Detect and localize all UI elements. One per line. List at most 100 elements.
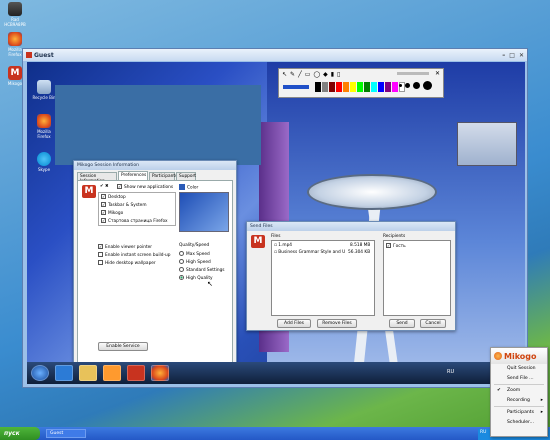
check-all-icon[interactable]: ✔ ✖ [100,184,109,189]
eraser-icon[interactable]: ▯ [337,71,340,78]
fill-icon[interactable]: ◆ [323,71,328,78]
color-swatch[interactable] [385,82,391,92]
blank-region [55,85,261,165]
app-item[interactable]: ✓ Стартова страница Firefox [101,218,168,224]
line-icon[interactable]: ╱ [298,71,302,78]
firefox-task-icon[interactable] [151,365,169,381]
enable-service-button[interactable]: Enable Service [98,342,148,351]
mikogo-logo: M [82,185,96,198]
file-row[interactable]: ▫ 1.mp4 [274,243,292,248]
stroke-sizes[interactable] [399,81,432,90]
send-button[interactable]: Send [389,319,415,328]
remote-icon-skype[interactable]: Skype [31,152,57,172]
color-swatch[interactable] [378,82,384,92]
mikogo-context-menu[interactable]: Mikogo Quit Session Send File ... ✔ Zoom … [490,347,548,437]
recipients-list[interactable]: ✓ Гость [383,240,451,316]
media-player-icon[interactable] [103,365,121,381]
color-swatch[interactable] [357,82,363,92]
mikogo-task-icon[interactable] [127,365,145,381]
remove-files-button[interactable]: Remove Files [317,319,357,328]
rectangle-icon[interactable]: ▭ [305,71,311,78]
pointer-icon[interactable]: ↖ [282,71,287,78]
app-item[interactable]: ✓ Taskbar & System [101,202,147,208]
app-list[interactable]: ✓ Desktop ✓ Taskbar & System ✓ Mikogo ✓ Стар… [98,192,176,226]
color-swatch[interactable] [371,82,377,92]
color-swatch[interactable] [350,82,356,92]
color-swatch[interactable] [343,82,349,92]
color-swatch[interactable] [392,82,398,92]
menu-recording[interactable]: Recording ▸ [491,396,547,406]
start-button[interactable]: пуск [0,427,40,440]
app-item[interactable]: ✓ Desktop [101,194,126,200]
menu-zoom[interactable]: ✔ Zoom [491,386,547,396]
tab-preferences[interactable]: Preferences [118,171,148,180]
instant-build-checkbox[interactable]: Enable instant screen build-up [98,252,170,258]
remote-lang-indicator[interactable]: RU [447,369,454,375]
file-icon: ▫ [274,250,277,255]
taskbar-item-guest[interactable]: Guest [46,429,86,438]
menu-scheduler[interactable]: Scheduler... [491,418,547,428]
menu-quit-session[interactable]: Quit Session [491,364,547,374]
quality-option[interactable]: Max Speed [179,251,210,257]
remote-icon-label: Skype [37,167,51,172]
remote-icon-firefox[interactable]: Mozilla Firefox [31,114,57,139]
guest-titlebar[interactable]: Guest – □ ✕ [23,49,527,61]
color-palette[interactable] [315,82,405,92]
recipient-row[interactable]: ✓ Гость [386,243,406,249]
window-thumbnail[interactable] [457,122,517,166]
session-info-window[interactable]: Mikogo Session Information Session Infor… [73,160,237,380]
color-swatch[interactable] [329,82,335,92]
remote-icon-recycle[interactable]: Recycle Bin [31,80,57,100]
tab-session-information[interactable]: Session Information [77,172,117,184]
windows-start-icon[interactable] [31,365,49,381]
send-files-window[interactable]: Send Files M Files Recipients ▫ 1.mp4 8.… [246,221,456,331]
color-swatch[interactable] [364,82,370,92]
minimize-icon[interactable]: – [502,52,505,59]
close-icon[interactable]: ✕ [519,52,524,59]
mikogo-icon: M [8,66,22,80]
ellipse-icon[interactable]: ◯ [313,71,320,78]
cancel-button[interactable]: Cancel [420,319,446,328]
file-row[interactable]: ▫ Business Grammar Style and U [274,250,345,255]
color-option[interactable]: Color [179,184,198,191]
quality-option[interactable]: Standard Settings [179,267,225,273]
files-list[interactable]: ▫ 1.mp4 8.518 MB ▫ Business Grammar Styl… [271,240,375,316]
file-size: 56.304 KB [348,250,371,255]
hide-wallpaper-checkbox[interactable]: Hide desktop wallpaper [98,260,156,266]
desktop-icon-rad[interactable]: Rad HCB9A8PB [2,2,28,27]
remote-desktop[interactable]: Recycle Bin Mozilla Firefox Skype ↖ ✎ ╱ … [27,62,525,384]
color-label: Color [187,185,199,191]
maximize-icon[interactable]: □ [509,52,515,59]
file-size: 8.518 MB [350,243,371,248]
opacity-slider[interactable] [397,72,429,75]
stroke-size-dot[interactable] [413,82,420,89]
checkmark-icon: ✔ [497,388,501,393]
menu-send-file[interactable]: Send File ... [491,374,547,384]
tab-participants[interactable]: Participants [149,172,177,180]
stroke-size-dot[interactable] [405,83,410,88]
quality-option[interactable]: High Speed [179,259,211,265]
ie-icon[interactable] [55,365,73,381]
drawing-tools[interactable]: ↖ ✎ ╱ ▭ ◯ ◆ ▮ ▯ [282,71,340,78]
color-swatch[interactable] [336,82,342,92]
color-swatch[interactable] [322,82,328,92]
drawing-toolbar[interactable]: ↖ ✎ ╱ ▭ ◯ ◆ ▮ ▯ ✕ [278,68,444,98]
close-icon[interactable]: ✕ [435,70,440,77]
explorer-icon[interactable] [79,365,97,381]
tray-lang[interactable]: RU [480,430,486,435]
add-files-button[interactable]: Add Files [277,319,311,328]
viewer-pointer-checkbox[interactable]: ✓ Enable viewer pointer [98,244,152,250]
menu-participants[interactable]: Participants ▸ [491,408,547,418]
menu-separator [494,384,544,385]
stroke-size-dot[interactable] [399,84,402,87]
show-new-apps-label: Show new applications [124,185,174,190]
app-item[interactable]: ✓ Mikogo [101,210,123,216]
guest-window[interactable]: Guest – □ ✕ Recycle Bin Mozilla Firefox … [22,48,528,388]
highlighter-icon[interactable]: ▮ [331,71,334,78]
color-swatch[interactable] [315,82,321,92]
stroke-size-dot[interactable] [423,81,432,90]
pen-icon[interactable]: ✎ [290,71,295,78]
tab-support[interactable]: Support [176,172,196,180]
guest-title: Guest [34,51,54,59]
show-new-apps-checkbox[interactable]: ✓ Show new applications [117,184,173,190]
